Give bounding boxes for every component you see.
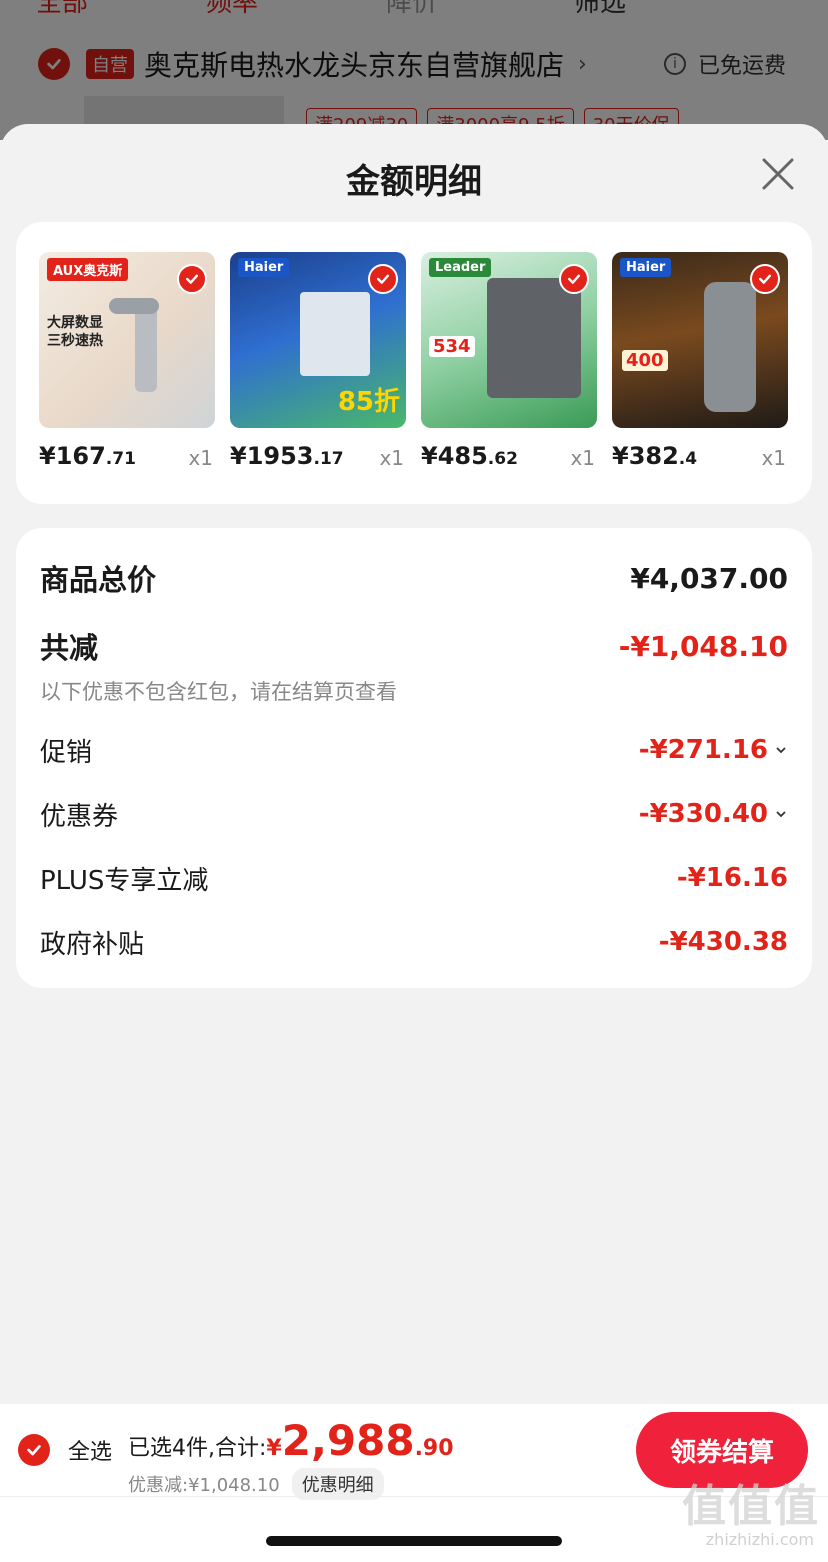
subsidy-label: 政府补贴 [40, 929, 145, 960]
total-price-value: ¥4,037.00 [630, 561, 788, 595]
water-heater-graphic [300, 292, 370, 376]
product-item[interactable]: Haier 85折 ¥1953.17 x1 [230, 252, 406, 470]
water-filter-graphic [704, 282, 756, 412]
product-quantity: x1 [570, 446, 595, 470]
product-item[interactable]: Haier 400 ¥382.4 x1 [612, 252, 788, 470]
product-item[interactable]: Leader 534 ¥485.62 x1 [421, 252, 597, 470]
products-card: AUX奥克斯 大屏数显 三秒速热 ¥167.71 x1 Haier 85折 ¥1… [16, 222, 812, 504]
watermark-text: zhizhizhi.com [705, 1530, 814, 1549]
promotion-row[interactable]: 促销 -¥271.16 [40, 730, 788, 770]
coupon-row[interactable]: 优惠券 -¥330.40 [40, 794, 788, 834]
select-all-label[interactable]: 全选 [68, 1434, 112, 1466]
total-reduction-label: 共减 [40, 631, 99, 665]
total-amount-integer: 2,988 [281, 1416, 415, 1465]
selected-count-label: 已选4件,合计: [128, 1436, 267, 1461]
sheet-title: 金额明细 [346, 162, 482, 202]
coupon-value[interactable]: -¥330.40 [639, 799, 788, 829]
product-image-caption: 大屏数显 三秒速热 [47, 315, 103, 349]
product-image[interactable]: AUX奥克斯 大屏数显 三秒速热 [39, 252, 215, 428]
product-check-icon[interactable] [559, 264, 589, 294]
product-check-icon[interactable] [750, 264, 780, 294]
cart-total: 已选4件,合计: ¥ 2,988 .90 [128, 1416, 454, 1465]
amount-detail-sheet: 金额明细 AUX奥克斯 大屏数显 三秒速热 ¥167.71 x1 Haier 8… [0, 124, 828, 1404]
total-reduction-row: 共减 -¥1,048.10 [40, 626, 788, 666]
subsidy-value: -¥430.38 [658, 927, 788, 957]
product-check-icon[interactable] [368, 264, 398, 294]
brand-logo: Haier [238, 258, 290, 277]
washing-machine-graphic [487, 278, 581, 398]
product-quantity: x1 [761, 446, 786, 470]
product-price: ¥382.4 [612, 442, 698, 470]
faucet-graphic [135, 302, 157, 392]
total-amount-decimal: .90 [414, 1436, 454, 1461]
subsidy-row: 政府补贴 -¥430.38 [40, 922, 788, 962]
brand-logo: Leader [429, 258, 492, 277]
product-image-caption: 400 [622, 350, 668, 371]
total-reduction-value: -¥1,048.10 [618, 629, 788, 663]
chevron-down-icon[interactable] [774, 807, 788, 821]
product-quantity: x1 [379, 446, 404, 470]
coupon-label: 优惠券 [40, 801, 119, 832]
product-item[interactable]: AUX奥克斯 大屏数显 三秒速热 ¥167.71 x1 [39, 252, 215, 470]
product-image[interactable]: Leader 534 [421, 252, 597, 428]
home-indicator[interactable] [266, 1536, 562, 1546]
discount-note: 以下优惠不包含红包，请在结算页查看 [40, 680, 397, 704]
plus-discount-value: -¥16.16 [676, 863, 788, 893]
product-check-icon[interactable] [177, 264, 207, 294]
product-image-caption: 534 [429, 336, 475, 357]
brand-logo: AUX奥克斯 [47, 258, 129, 281]
product-quantity: x1 [188, 446, 213, 470]
currency-symbol: ¥ [266, 1436, 282, 1461]
product-image-caption: 85折 [337, 387, 400, 417]
price-summary-card: 商品总价 ¥4,037.00 共减 -¥1,048.10 以下优惠不包含红包，请… [16, 528, 812, 988]
plus-discount-label: PLUS专享立减 [40, 865, 209, 896]
total-price-row: 商品总价 ¥4,037.00 [40, 558, 788, 598]
select-all[interactable]: 全选 [18, 1434, 112, 1466]
product-image[interactable]: Haier 400 [612, 252, 788, 428]
modal-overlay[interactable] [0, 0, 828, 140]
promotion-value[interactable]: -¥271.16 [639, 735, 788, 765]
promotion-label: 促销 [40, 737, 93, 768]
total-price-label: 商品总价 [40, 563, 157, 597]
plus-discount-row: PLUS专享立减 -¥16.16 [40, 858, 788, 898]
product-image[interactable]: Haier 85折 [230, 252, 406, 428]
close-icon[interactable] [760, 156, 796, 192]
brand-logo: Haier [620, 258, 672, 277]
product-price: ¥485.62 [421, 442, 518, 470]
select-all-check-icon[interactable] [18, 1434, 50, 1466]
product-price: ¥1953.17 [230, 442, 344, 470]
cart-background: 全部 频率 降价 筛选 自营 奥克斯电热水龙头京东自营旗舰店 › i 已免运费 … [0, 0, 828, 140]
watermark-logo: 值值值 [682, 1481, 820, 1532]
chevron-down-icon[interactable] [774, 743, 788, 757]
checkout-bar: 全选 已选4件,合计: ¥ 2,988 .90 优惠减:¥1,048.10 优惠… [0, 1404, 828, 1562]
faucet-spout [109, 298, 159, 314]
product-price: ¥167.71 [39, 442, 136, 470]
discount-amount: 优惠减:¥1,048.10 [128, 1475, 280, 1496]
